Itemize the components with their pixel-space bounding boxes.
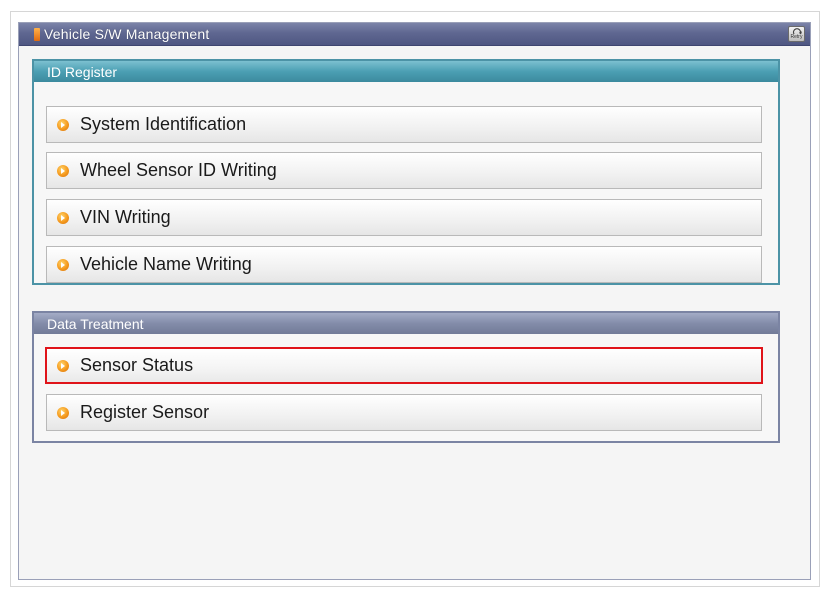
orange-arrow-bullet-icon (57, 211, 69, 224)
menu-item-vin-writing[interactable]: VIN Writing (46, 199, 762, 236)
menu-item-sensor-status[interactable]: Sensor Status (45, 347, 763, 384)
group-header-id-register: ID Register (34, 61, 778, 82)
menu-item-label: Wheel Sensor ID Writing (80, 160, 277, 180)
orange-arrow-bullet-icon (57, 359, 69, 372)
app-window: Vehicle S/W Management Retry ID Register… (18, 22, 811, 580)
menu-item-vehicle-name-writing[interactable]: Vehicle Name Writing (46, 246, 762, 283)
data-treatment-group: Data Treatment Sensor Status Register Se… (32, 311, 780, 443)
menu-item-label: VIN Writing (80, 207, 171, 227)
orange-arrow-bullet-icon (57, 258, 69, 271)
menu-item-wheel-sensor-id-writing[interactable]: Wheel Sensor ID Writing (46, 152, 762, 189)
retry-label: Retry (790, 34, 803, 40)
id-register-group: ID Register System Identification Wheel … (32, 59, 780, 285)
window-title: Vehicle S/W Management (44, 26, 210, 42)
menu-item-system-identification[interactable]: System Identification (46, 106, 762, 143)
retry-button[interactable]: Retry (788, 26, 805, 42)
orange-arrow-bullet-icon (57, 406, 69, 419)
menu-item-register-sensor[interactable]: Register Sensor (46, 394, 762, 431)
menu-item-label: Sensor Status (80, 355, 194, 375)
menu-item-label: Vehicle Name Writing (80, 254, 252, 274)
group-header-data-treatment: Data Treatment (34, 313, 778, 334)
menu-item-label: System Identification (80, 114, 247, 134)
orange-arrow-bullet-icon (57, 118, 69, 131)
title-bar: Vehicle S/W Management Retry (19, 23, 810, 46)
menu-item-label: Register Sensor (80, 402, 210, 422)
orange-bar-icon (34, 27, 40, 41)
orange-arrow-bullet-icon (57, 164, 69, 177)
